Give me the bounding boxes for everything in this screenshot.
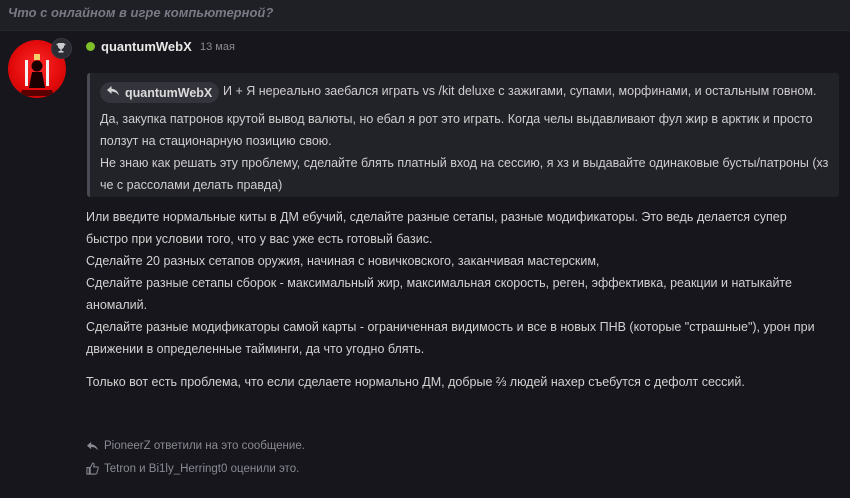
reply-arrow-icon — [106, 84, 120, 102]
reply-notice[interactable]: PioneerZ ответили на это сообщение. — [86, 440, 305, 452]
online-status-indicator — [86, 42, 95, 51]
quote-text: Да, закупка патронов крутой вывод валюты… — [100, 108, 830, 196]
thumbs-up-icon — [86, 462, 99, 475]
trophy-icon[interactable] — [51, 38, 72, 59]
quote-line: Да, закупка патронов крутой вывод валюты… — [100, 112, 813, 148]
post-author[interactable]: quantumWebX — [101, 39, 192, 54]
quote-first-line: И + Я нереально заебался играть vs /kit … — [223, 84, 817, 98]
like-notice-text: Tetron и Bi1ly_Herringt0 оценили это. — [104, 462, 300, 475]
post-paragraph: Или введите нормальные киты в ДМ ебучий,… — [86, 210, 787, 246]
like-notice[interactable]: Tetron и Bi1ly_Herringt0 оценили это. — [86, 462, 299, 475]
reply-notice-text: PioneerZ ответили на это сообщение. — [104, 440, 305, 452]
post-closing: Только вот есть проблема, что если сдела… — [86, 375, 745, 389]
quote-block: quantumWebX И + Я нереально заебался игр… — [87, 73, 839, 197]
reply-arrow-icon — [86, 441, 99, 452]
quote-line: Не знаю как решать эту проблему, сделайт… — [100, 156, 829, 192]
quote-author-chip[interactable]: quantumWebX — [100, 82, 220, 103]
forum-post: quantumWebX 13 мая quantumWebX И + Я нер… — [0, 31, 850, 498]
post-body: Или введите нормальные киты в ДМ ебучий,… — [86, 206, 826, 393]
post-paragraph: Сделайте разные сетапы сборок - максимал… — [86, 276, 792, 312]
quote-author: quantumWebX — [125, 85, 213, 100]
topic-title[interactable]: Что с онлайном в игре компьютерной? — [8, 5, 273, 20]
post-date[interactable]: 13 мая — [200, 41, 235, 53]
post-paragraph: Сделайте разные модификаторы самой карты… — [86, 320, 815, 356]
topic-header: Что с онлайном в игре компьютерной? — [0, 0, 850, 31]
post-paragraph: Сделайте 20 разных сетапов оружия, начин… — [86, 254, 600, 268]
